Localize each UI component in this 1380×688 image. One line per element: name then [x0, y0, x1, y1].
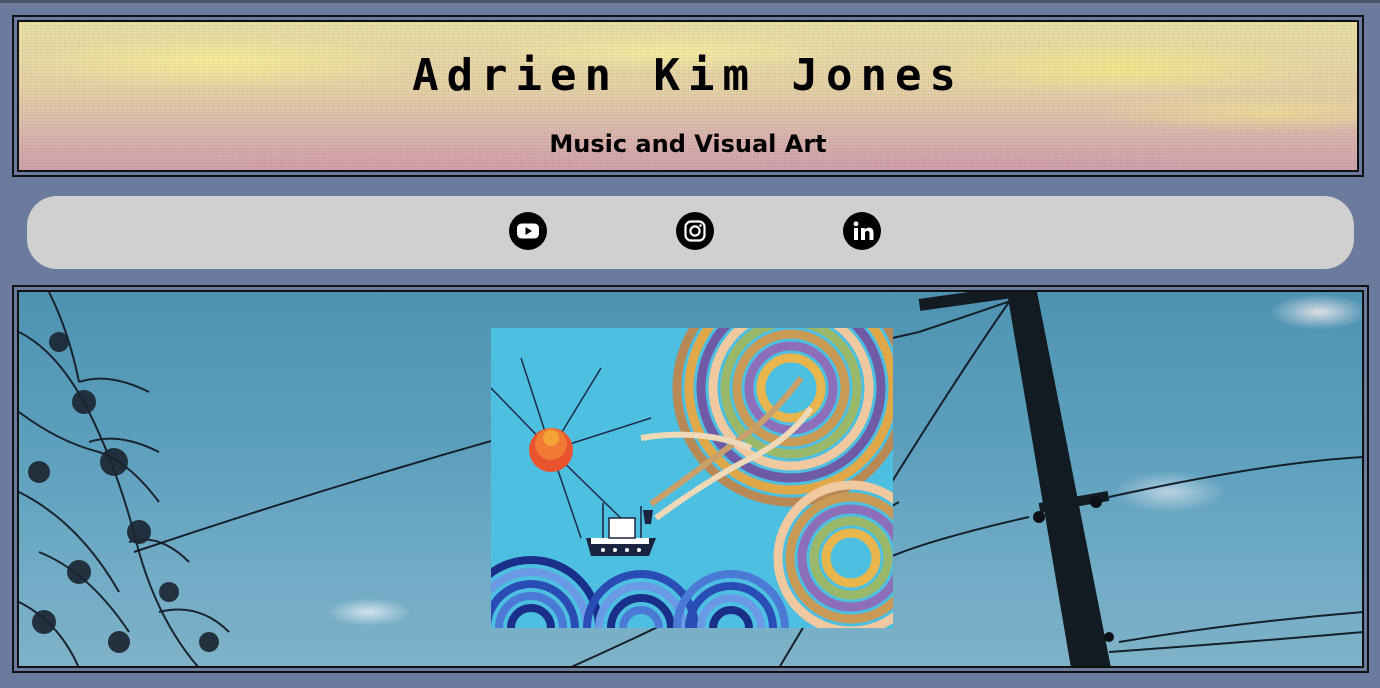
site-title: Adrien Kim Jones — [412, 50, 964, 101]
banner-painting: Adrien Kim Jones Music and Visual Art — [17, 20, 1359, 172]
sky-background-photo — [17, 290, 1364, 668]
linkedin-link[interactable] — [843, 212, 881, 250]
linkedin-icon — [843, 212, 881, 250]
gallery-section — [12, 285, 1369, 673]
header-banner: Adrien Kim Jones Music and Visual Art — [12, 15, 1364, 177]
tree-branches — [19, 292, 230, 666]
youtube-icon — [509, 212, 547, 250]
top-edge — [0, 0, 1380, 3]
instagram-icon — [676, 212, 714, 250]
boat-painting-image — [491, 328, 893, 628]
artwork-image[interactable] — [491, 328, 893, 628]
site-subtitle: Music and Visual Art — [549, 130, 827, 158]
utility-pole — [1007, 292, 1111, 666]
instagram-link[interactable] — [676, 212, 714, 250]
youtube-link[interactable] — [509, 212, 547, 250]
social-links-bar — [27, 196, 1354, 269]
